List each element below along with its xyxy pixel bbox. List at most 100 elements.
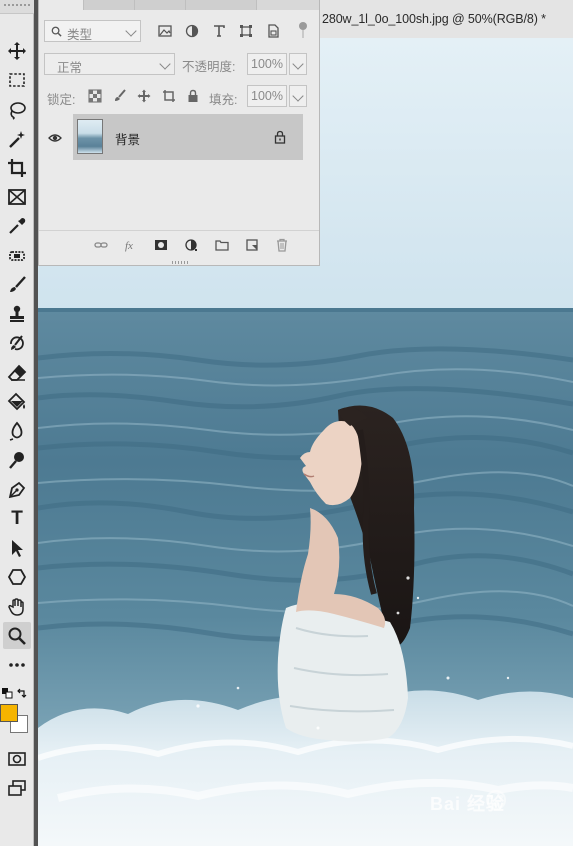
- blur-tool[interactable]: [3, 417, 31, 444]
- lock-artboard-button[interactable]: [161, 88, 177, 104]
- type-tool[interactable]: T: [3, 505, 31, 532]
- blend-mode-value: 正常: [57, 61, 83, 75]
- stamp-tool[interactable]: [3, 300, 31, 327]
- paint-bucket-tool[interactable]: [3, 388, 31, 415]
- delete-layer-button[interactable]: [274, 237, 290, 253]
- healing-brush-tool[interactable]: [3, 242, 31, 269]
- checkerboard-icon: [88, 89, 102, 103]
- filter-toggle[interactable]: [299, 22, 307, 30]
- history-brush-icon: [10, 334, 24, 350]
- frame-icon: [8, 188, 26, 205]
- layer-style-button[interactable]: fx: [123, 237, 139, 253]
- fx-icon: fx: [125, 240, 133, 252]
- layer-name: 背景: [115, 133, 141, 147]
- blend-mode-select[interactable]: 正常: [44, 53, 175, 75]
- new-adjustment-button[interactable]: [183, 237, 199, 253]
- crop-tool[interactable]: [3, 154, 31, 181]
- image-icon: [158, 25, 172, 37]
- filter-adjustment-button[interactable]: [184, 23, 200, 39]
- lasso-tool[interactable]: [3, 96, 31, 123]
- healing-icon: [9, 250, 25, 261]
- screen-mode-icon: [8, 779, 26, 796]
- tab-channels[interactable]: [84, 0, 135, 10]
- history-brush-tool[interactable]: [3, 329, 31, 356]
- brush-icon: [10, 275, 26, 292]
- screen-mode-button[interactable]: [3, 774, 31, 801]
- eraser-icon: [7, 364, 27, 381]
- filter-kind-select[interactable]: 类型: [44, 20, 141, 42]
- new-layer-icon: [246, 239, 258, 251]
- lock-pixels-button[interactable]: [112, 88, 128, 104]
- adjustment-circle-icon: [185, 239, 197, 251]
- trash-icon: [277, 238, 287, 252]
- lasso-icon: [10, 101, 26, 120]
- zoom-tool[interactable]: [3, 622, 31, 649]
- pen-tool[interactable]: [3, 476, 31, 503]
- type-icon: T: [11, 508, 23, 529]
- filter-shape-button[interactable]: [238, 23, 254, 39]
- layer-item[interactable]: 背景: [73, 114, 303, 160]
- link-icon: [94, 242, 108, 248]
- layer-thumbnail: [77, 119, 103, 154]
- brush-lock-icon: [115, 89, 126, 101]
- add-mask-button[interactable]: [153, 237, 169, 253]
- folder-icon: [215, 240, 229, 251]
- new-group-button[interactable]: [214, 237, 230, 253]
- fill-dropdown[interactable]: [289, 85, 307, 107]
- toolbar-grip[interactable]: [0, 0, 34, 14]
- search-icon: [51, 26, 62, 37]
- new-layer-button[interactable]: [244, 237, 260, 253]
- move-icon: [8, 41, 26, 60]
- quick-mask-button[interactable]: [3, 745, 31, 772]
- opacity-input[interactable]: 100%: [247, 53, 287, 75]
- fill-value: 100%: [251, 89, 283, 103]
- eraser-tool[interactable]: [3, 359, 31, 386]
- dodge-tool[interactable]: [3, 446, 31, 473]
- fill-label: 填充:: [209, 93, 238, 107]
- svg-text:fx: fx: [125, 240, 133, 252]
- magic-wand-tool[interactable]: [3, 125, 31, 152]
- lock-position-button[interactable]: [136, 88, 152, 104]
- frame-tool[interactable]: [3, 183, 31, 210]
- adjustment-circle-icon: [185, 24, 199, 38]
- move-lock-icon: [137, 89, 151, 103]
- hand-tool[interactable]: [3, 593, 31, 620]
- panel-resize-handle[interactable]: [170, 260, 190, 264]
- document-tab[interactable]: 280w_1l_0o_100sh.jpg @ 50%(RGB/8) *: [320, 0, 573, 38]
- filter-type-button[interactable]: [211, 23, 227, 39]
- foreground-color-swatch[interactable]: [0, 704, 18, 722]
- lock-all-button[interactable]: [185, 88, 201, 104]
- tools-panel: T: [0, 0, 34, 846]
- tab-other[interactable]: [186, 0, 257, 10]
- more-tools[interactable]: [3, 651, 31, 678]
- move-tool[interactable]: [3, 37, 31, 64]
- crop-icon: [8, 158, 26, 177]
- quick-mask-icon: [8, 751, 26, 766]
- eyedropper-tool[interactable]: [3, 212, 31, 239]
- default-colors-icon[interactable]: [1, 687, 13, 699]
- path-selection-tool[interactable]: [3, 534, 31, 561]
- pen-icon: [8, 481, 26, 498]
- brush-tool[interactable]: [3, 271, 31, 298]
- link-layers-button[interactable]: [93, 237, 109, 253]
- mask-icon: [155, 240, 167, 250]
- filter-smart-object-button[interactable]: [265, 23, 281, 39]
- lock-transparent-button[interactable]: [87, 88, 103, 104]
- swap-colors-icon[interactable]: [16, 687, 28, 699]
- layer-visibility-toggle[interactable]: [47, 130, 63, 146]
- hexagon-icon: [7, 568, 27, 585]
- artboard-lock-icon: [163, 90, 175, 102]
- opacity-value: 100%: [251, 57, 283, 71]
- opacity-dropdown[interactable]: [289, 53, 307, 75]
- blur-icon: [9, 421, 23, 441]
- watermark-text: Bai 经验: [430, 794, 506, 814]
- marquee-tool[interactable]: [3, 66, 31, 93]
- layers-footer: fx: [39, 230, 319, 259]
- filter-toggle-track: [302, 30, 304, 38]
- tab-layers[interactable]: [39, 0, 84, 10]
- shape-tool[interactable]: [3, 563, 31, 590]
- fill-input[interactable]: 100%: [247, 85, 287, 107]
- stamp-icon: [10, 305, 24, 322]
- filter-pixel-button[interactable]: [157, 23, 173, 39]
- tab-paths[interactable]: [135, 0, 186, 10]
